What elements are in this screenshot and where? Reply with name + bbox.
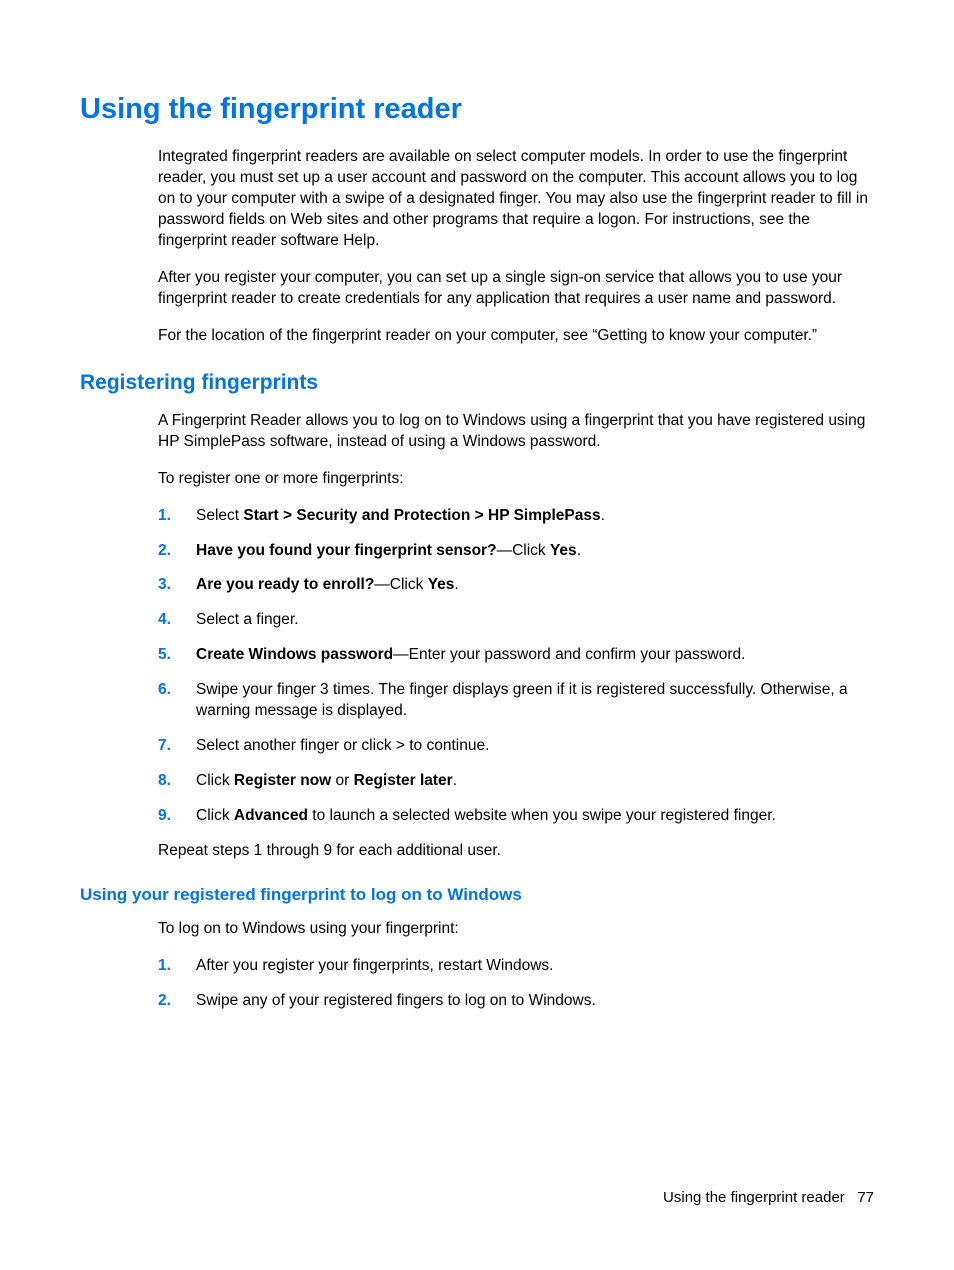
list-item: 2. Have you found your fingerprint senso… (158, 541, 874, 562)
list-item: 2. Swipe any of your registered fingers … (158, 991, 874, 1012)
step-text: Create Windows password—Enter your passw… (196, 645, 874, 666)
step-number: 1. (158, 956, 196, 977)
list-item: 3. Are you ready to enroll?—Click Yes. (158, 575, 874, 596)
list-item: 6. Swipe your finger 3 times. The finger… (158, 680, 874, 722)
step-text: Swipe any of your registered fingers to … (196, 991, 874, 1012)
list-item: 1. Select Start > Security and Protectio… (158, 506, 874, 527)
step-number: 7. (158, 736, 196, 757)
logon-paragraph-1: To log on to Windows using your fingerpr… (158, 919, 874, 940)
subsection-heading-logon: Using your registered fingerprint to log… (80, 884, 874, 907)
list-item: 1. After you register your fingerprints,… (158, 956, 874, 977)
step-text: Select a finger. (196, 610, 874, 631)
list-item: 5. Create Windows password—Enter your pa… (158, 645, 874, 666)
step-number: 5. (158, 645, 196, 666)
footer-section-title: Using the fingerprint reader (663, 1189, 845, 1206)
step-number: 6. (158, 680, 196, 722)
logon-steps-list: 1. After you register your fingerprints,… (158, 956, 874, 1012)
step-number: 1. (158, 506, 196, 527)
registering-paragraph-1: A Fingerprint Reader allows you to log o… (158, 411, 874, 453)
step-number: 9. (158, 806, 196, 827)
registering-paragraph-3: Repeat steps 1 through 9 for each additi… (158, 841, 874, 862)
page-title: Using the fingerprint reader (80, 90, 874, 129)
step-text: After you register your fingerprints, re… (196, 956, 874, 977)
list-item: 4. Select a finger. (158, 610, 874, 631)
step-number: 2. (158, 991, 196, 1012)
step-text: Swipe your finger 3 times. The finger di… (196, 680, 874, 722)
step-number: 2. (158, 541, 196, 562)
step-number: 8. (158, 771, 196, 792)
list-item: 7. Select another finger or click > to c… (158, 736, 874, 757)
intro-paragraph-3: For the location of the fingerprint read… (158, 326, 874, 347)
intro-paragraph-1: Integrated fingerprint readers are avail… (158, 147, 874, 252)
step-text: Select another finger or click > to cont… (196, 736, 874, 757)
list-item: 9. Click Advanced to launch a selected w… (158, 806, 874, 827)
step-text: Click Register now or Register later. (196, 771, 874, 792)
step-number: 3. (158, 575, 196, 596)
section-heading-registering: Registering fingerprints (80, 369, 874, 397)
step-text: Have you found your fingerprint sensor?—… (196, 541, 874, 562)
page-footer: Using the fingerprint reader 77 (663, 1188, 874, 1208)
list-item: 8. Click Register now or Register later. (158, 771, 874, 792)
step-text: Click Advanced to launch a selected webs… (196, 806, 874, 827)
registering-paragraph-2: To register one or more fingerprints: (158, 469, 874, 490)
page-number: 77 (857, 1189, 874, 1206)
step-number: 4. (158, 610, 196, 631)
register-steps-list: 1. Select Start > Security and Protectio… (158, 506, 874, 827)
intro-paragraph-2: After you register your computer, you ca… (158, 268, 874, 310)
step-text: Are you ready to enroll?—Click Yes. (196, 575, 874, 596)
step-text: Select Start > Security and Protection >… (196, 506, 874, 527)
